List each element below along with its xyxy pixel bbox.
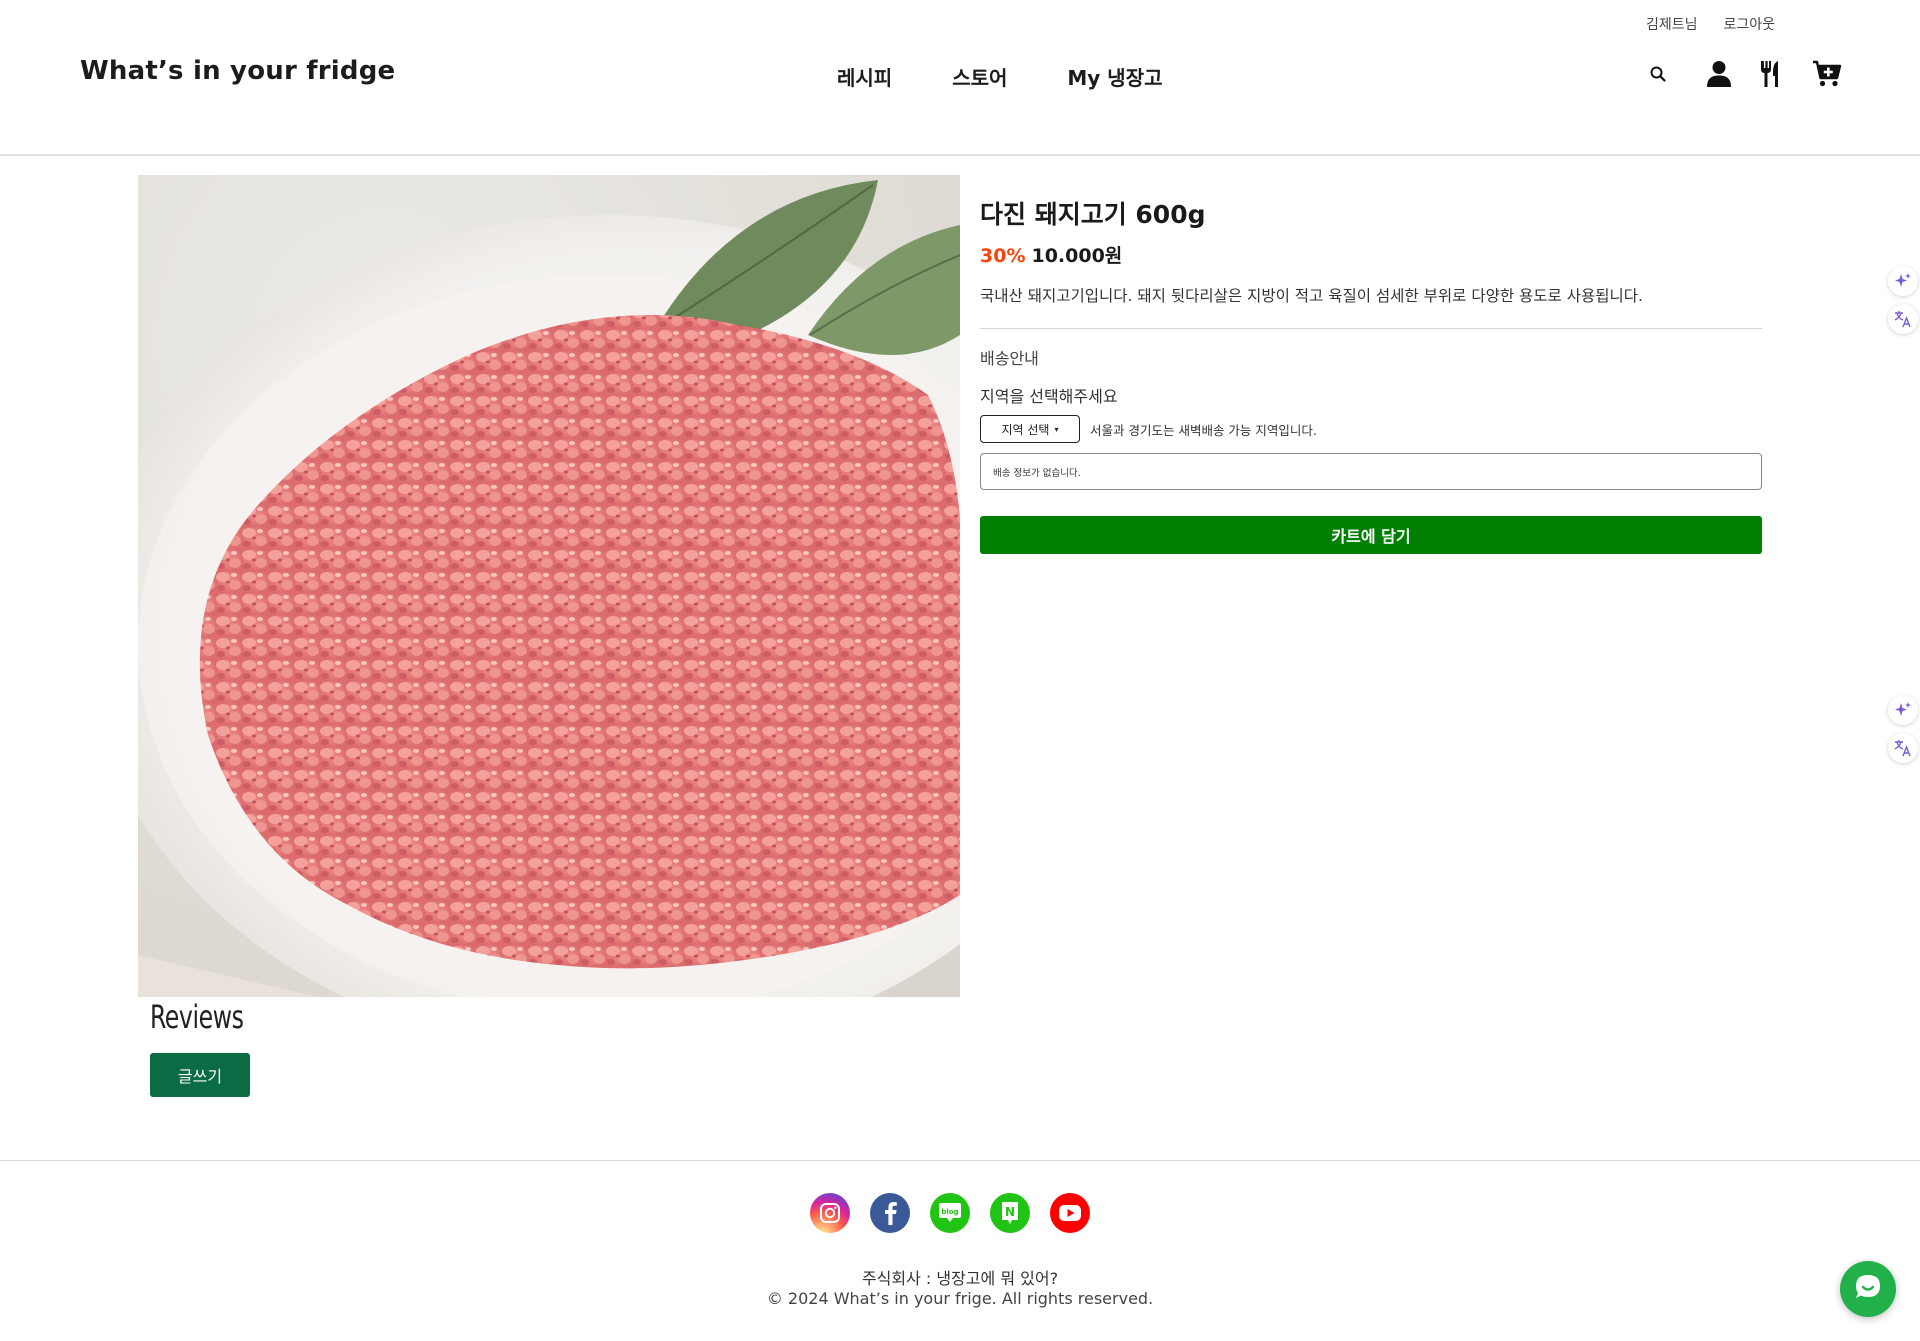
- site-header: 김제트님 로그아웃 What’s in your fridge 레시피 스토어 …: [0, 0, 1920, 156]
- add-to-cart-button[interactable]: 카트에 담기: [980, 516, 1762, 554]
- translate-icon-2[interactable]: [1888, 733, 1918, 763]
- svg-text:N: N: [1005, 1205, 1015, 1219]
- chat-bubble-icon: [1853, 1272, 1883, 1306]
- discount-rate: 30%: [980, 245, 1026, 267]
- caret-down-icon: ▾: [1054, 424, 1059, 434]
- shipping-title: 배송안내: [980, 349, 1039, 368]
- product-info: 다진 돼지고기 600g 30% 10.000원 국내산 돼지고기입니다. 돼지 …: [980, 195, 1762, 554]
- translate-icon[interactable]: [1888, 304, 1918, 334]
- youtube-icon[interactable]: [1050, 1193, 1090, 1233]
- region-note: 서울과 경기도는 새벽배송 가능 지역입니다.: [1090, 422, 1317, 438]
- write-review-button[interactable]: 글쓰기: [150, 1053, 250, 1097]
- logout-link[interactable]: 로그아웃: [1723, 14, 1775, 34]
- ai-sparkle-icon-2[interactable]: [1888, 695, 1918, 725]
- divider: [980, 328, 1762, 329]
- cart-plus-icon[interactable]: [1810, 58, 1844, 90]
- header-icons: [0, 58, 1920, 98]
- price-line: 30% 10.000원: [980, 241, 1762, 268]
- naver-icon[interactable]: N: [990, 1193, 1030, 1233]
- user-name[interactable]: 김제트님: [1646, 14, 1698, 34]
- region-select-label: 지역 선택: [1001, 422, 1050, 437]
- region-label: 지역을 선택해주세요: [980, 387, 1118, 406]
- search-icon[interactable]: [1646, 62, 1670, 86]
- instagram-icon[interactable]: [810, 1193, 850, 1233]
- svg-text:blog: blog: [941, 1208, 958, 1216]
- ai-sparkle-icon[interactable]: [1888, 266, 1918, 296]
- copyright-text: © 2024 What’s in your frige. All rights …: [766, 1289, 1154, 1308]
- product-description: 국내산 돼지고기입니다. 돼지 뒷다리살은 지방이 적고 육질이 섬세한 부위로…: [980, 287, 1643, 305]
- user-icon[interactable]: [1703, 58, 1735, 90]
- product-title: 다진 돼지고기 600g: [980, 200, 1206, 229]
- region-select[interactable]: 지역 선택 ▾: [980, 415, 1080, 443]
- top-user-bar: 김제트님 로그아웃: [1646, 14, 1775, 34]
- chat-button[interactable]: [1840, 1261, 1896, 1317]
- reviews-title: Reviews: [150, 998, 244, 1036]
- site-footer: blog N 주식회사 : 냉장고에 뭐 있어? © 2024 What’s i…: [0, 1160, 1920, 1341]
- blog-icon[interactable]: blog: [930, 1193, 970, 1233]
- company-name: 주식회사 : 냉장고에 뭐 있어?: [861, 1269, 1059, 1288]
- facebook-icon[interactable]: [870, 1193, 910, 1233]
- shipping-info-box: 배송 정보가 없습니다.: [980, 453, 1762, 490]
- social-links: blog N: [810, 1193, 1090, 1233]
- product-image: [138, 175, 960, 997]
- region-row: 지역 선택 ▾ 서울과 경기도는 새벽배송 가능 지역입니다.: [980, 415, 1762, 443]
- product-price: 10.000원: [1031, 245, 1123, 267]
- utensils-icon[interactable]: [1756, 58, 1786, 90]
